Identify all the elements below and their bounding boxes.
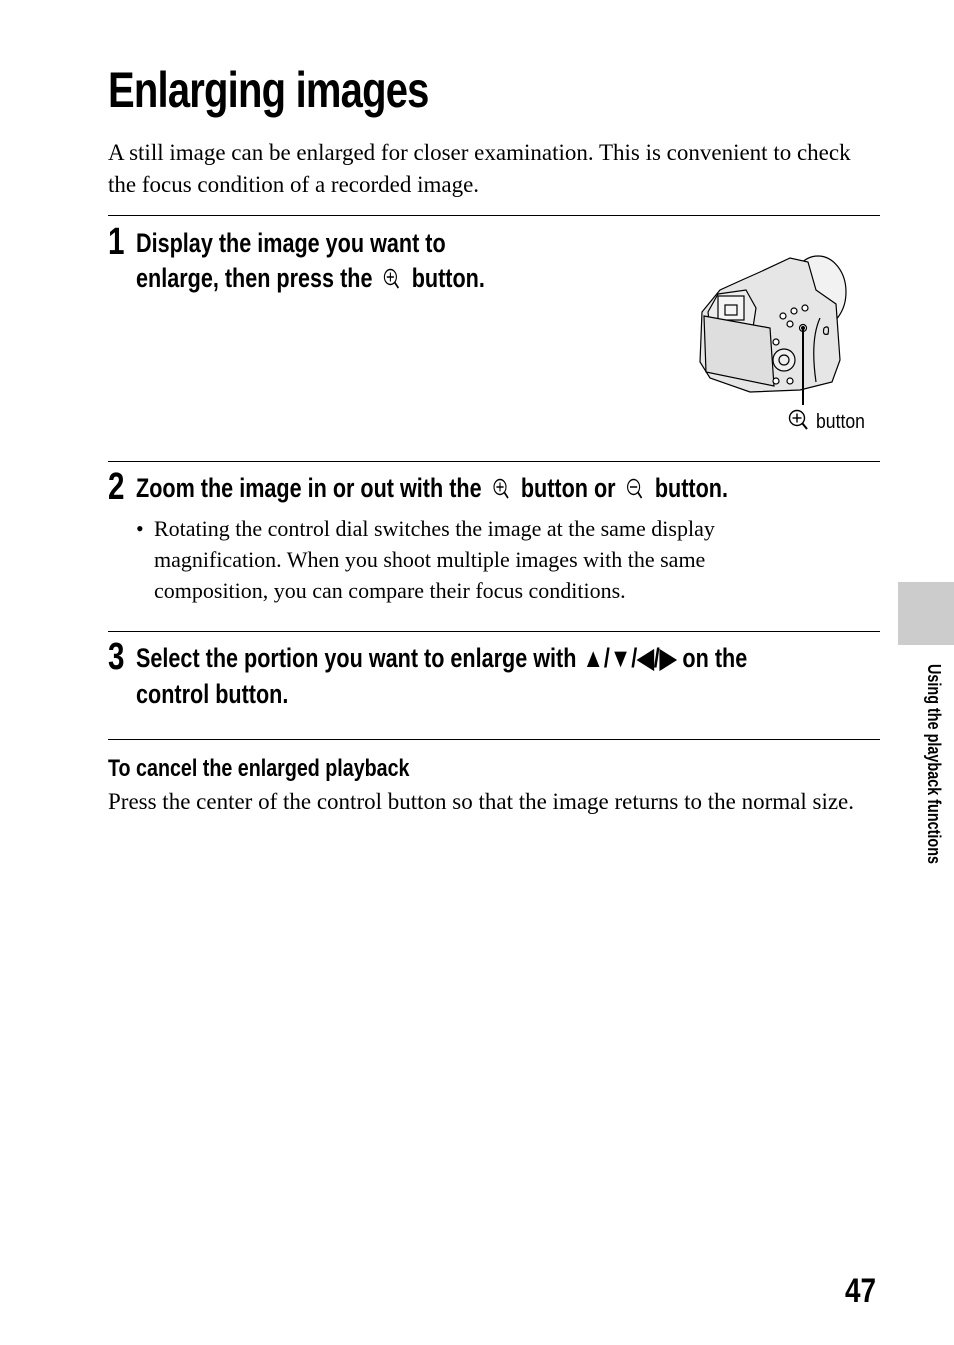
zoom-in-icon [493, 478, 509, 499]
step-3-line-2: control button. [136, 679, 289, 709]
step-2-text-part-3: button. [654, 473, 728, 503]
zoom-in-icon [788, 409, 808, 430]
cancel-section-text: Press the center of the control button s… [108, 789, 855, 814]
zoom-out-icon [627, 478, 643, 499]
step-2-number: 2 [108, 466, 125, 508]
step-2-heading: Zoom the image in or out with the button… [136, 471, 728, 506]
intro-paragraph: A still image can be enlarged for closer… [108, 140, 851, 197]
divider [108, 215, 880, 216]
cancel-section-heading: To cancel the enlarged playback [108, 755, 410, 782]
figure-caption-label: button [816, 411, 865, 433]
step-2-text-part-1: Zoom the image in or out with the [136, 473, 482, 503]
section-tab-label-text: Using the playback functions [924, 664, 944, 865]
divider [108, 631, 880, 632]
section-tab-marker [898, 582, 954, 645]
camera-rear-illustration [699, 255, 847, 405]
step-3-number: 3 [108, 636, 125, 678]
section-tab-label: Using the playback functions [922, 664, 946, 954]
bullet-item: • Rotating the control dial switches the… [136, 513, 776, 606]
step-1-line-1: Display the image you want to [136, 228, 446, 258]
step-1-number: 1 [108, 221, 125, 263]
step-1-line-2: enlarge, then press the button. [136, 261, 485, 296]
figure-caption: button [788, 408, 872, 434]
page-title: Enlarging images [108, 62, 429, 118]
step-1-text-after-icon: button. [411, 263, 485, 293]
step-3-line-1: Select the portion you want to enlarge w… [136, 643, 748, 673]
zoom-in-icon [383, 268, 400, 289]
step-2-text-part-2: button or [520, 473, 616, 503]
page-number: 47 [845, 1272, 877, 1310]
divider [108, 461, 880, 462]
bullet-marker: • [136, 516, 144, 541]
bullet-text: Rotating the control dial switches the i… [154, 516, 715, 603]
step-1-text-before-icon: enlarge, then press the [136, 263, 373, 293]
divider [108, 739, 880, 740]
